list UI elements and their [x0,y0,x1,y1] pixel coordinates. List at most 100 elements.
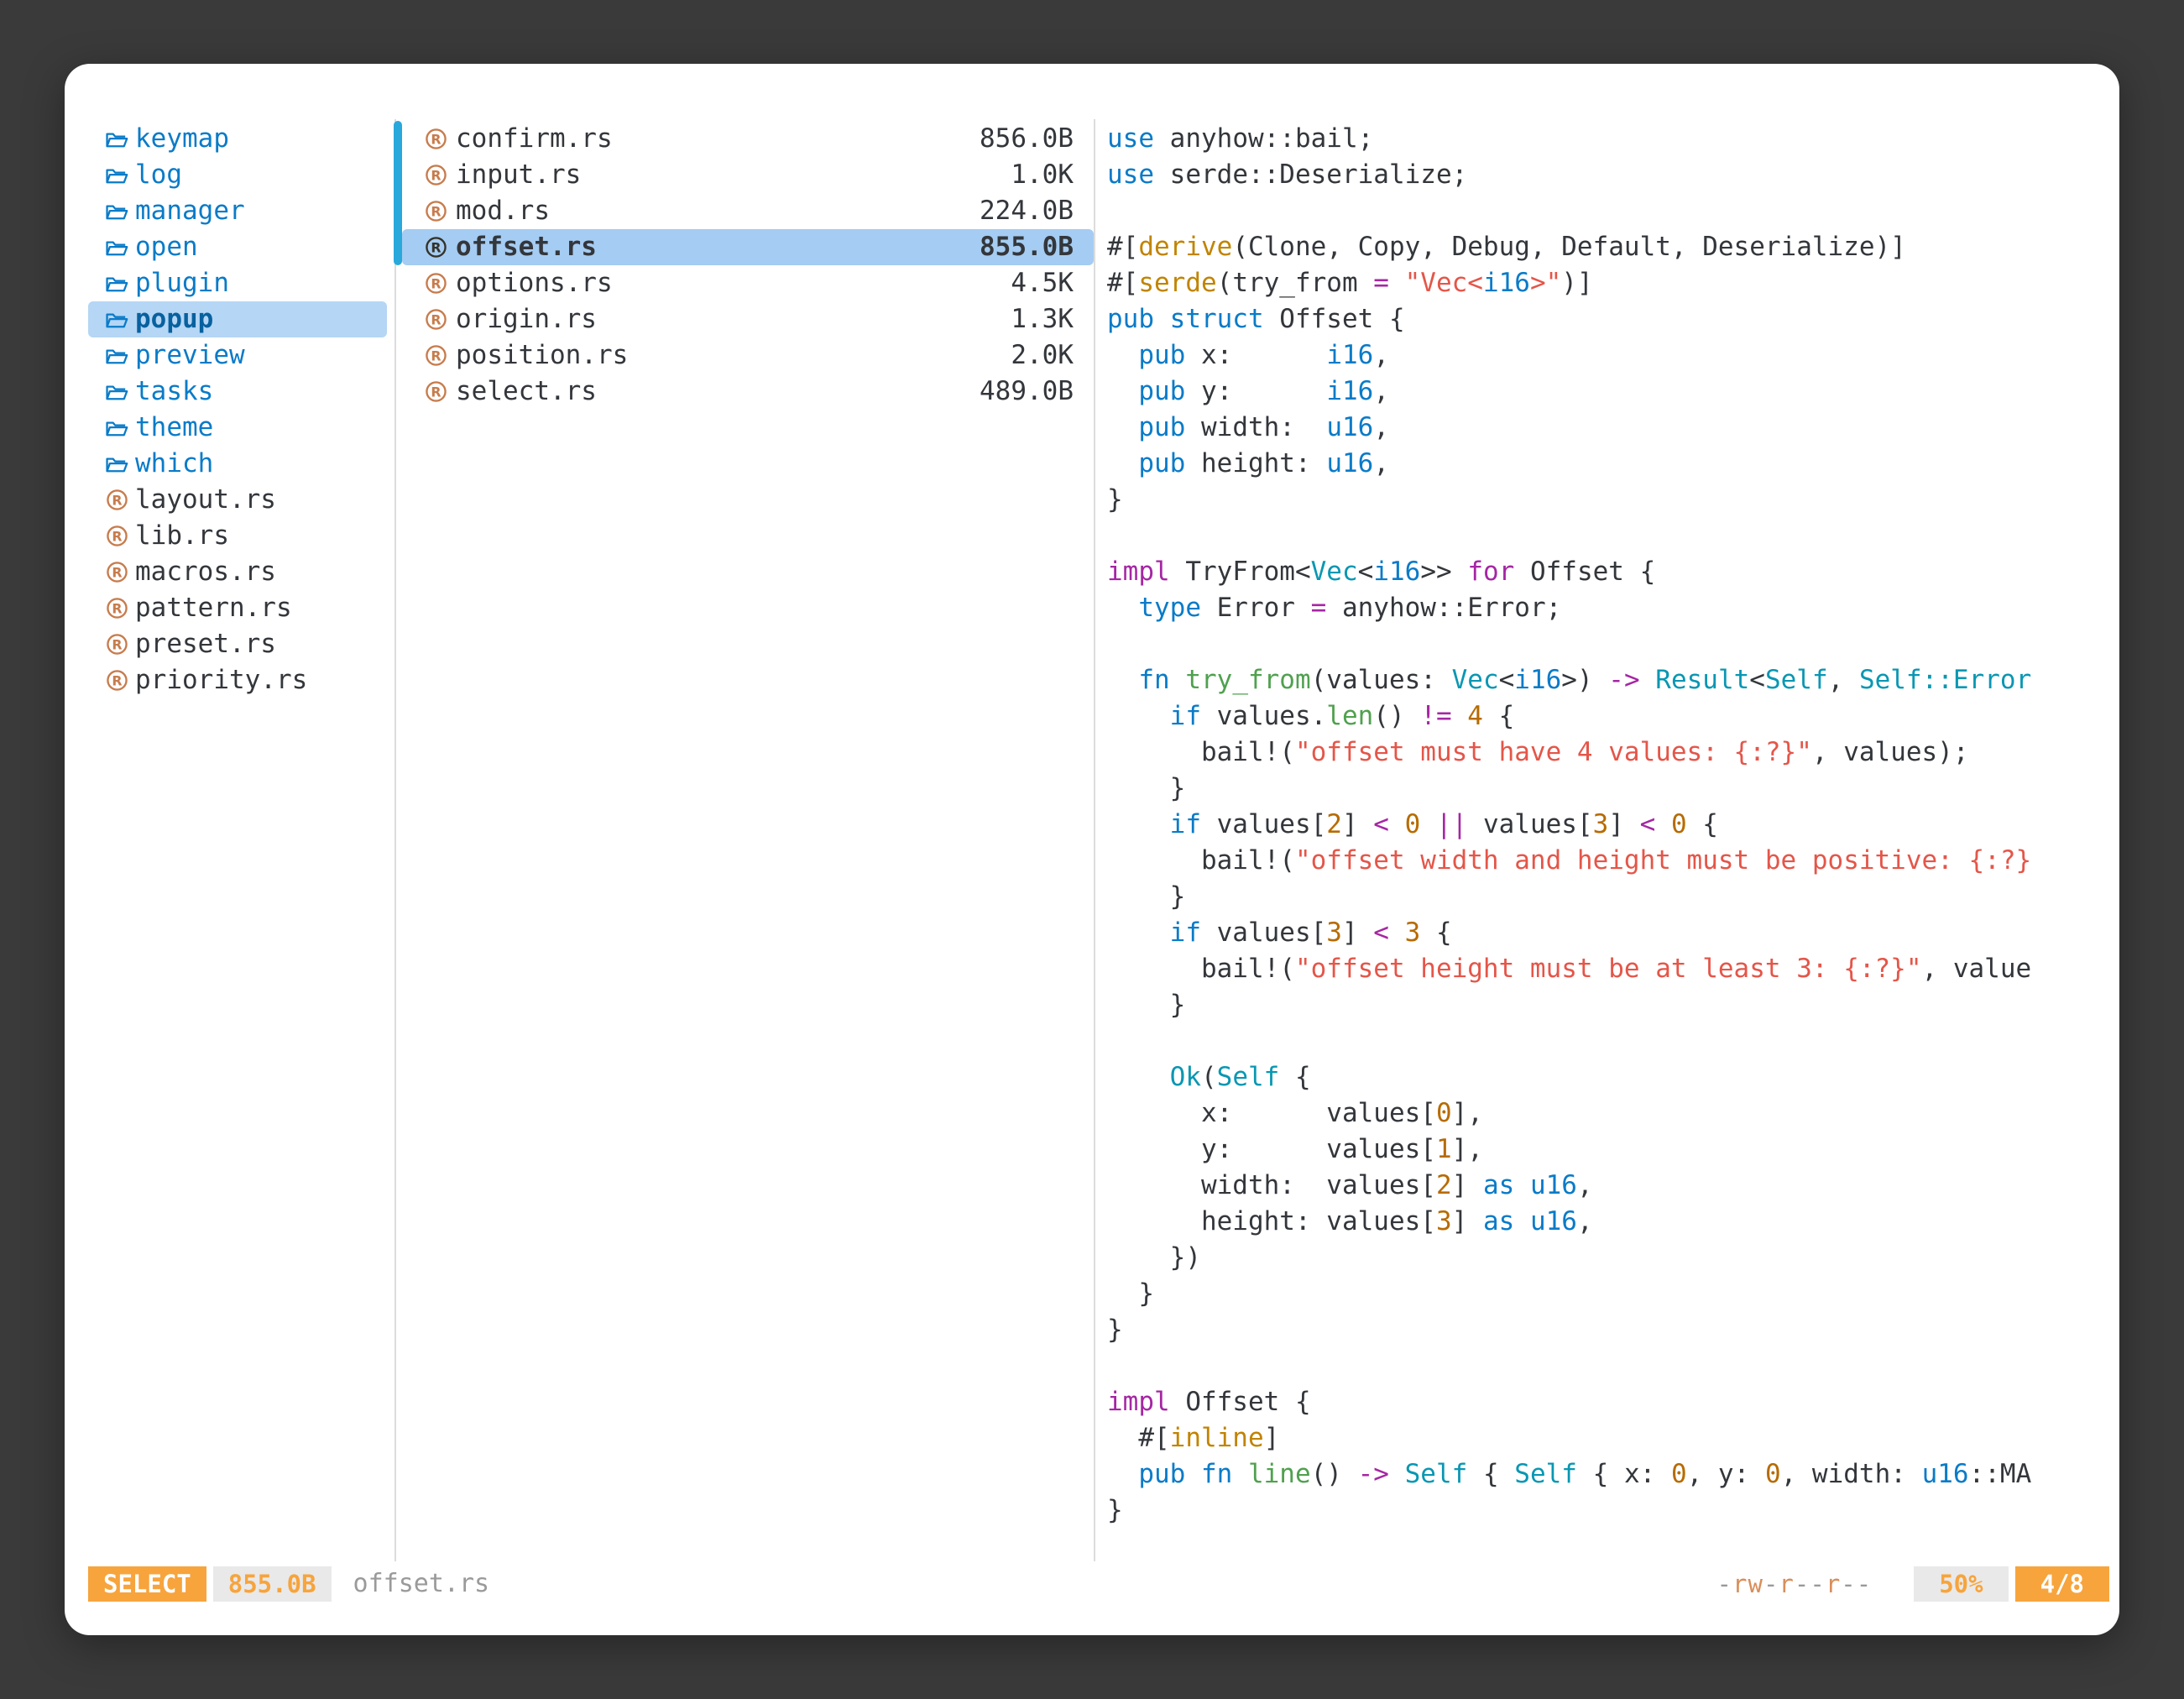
current-directory-pane: Rconfirm.rs856.0BRinput.rs1.0KRmod.rs224… [402,121,1094,410]
sidebar-item-lib-rs[interactable]: Rlib.rs [88,518,387,554]
sidebar-item-tasks[interactable]: tasks [88,374,387,410]
file-row-position-rs[interactable]: Rposition.rs 2.0K [402,337,1094,374]
code-line: } [1107,879,2099,915]
sidebar-item-pattern-rs[interactable]: Rpattern.rs [88,590,387,626]
sidebar-item-log[interactable]: log [88,157,387,193]
sidebar-item-label: keymap [135,121,229,157]
sidebar-item-preview[interactable]: preview [88,337,387,374]
rust-file-icon: R [424,271,456,295]
svg-text:R: R [112,528,122,544]
file-row-offset-rs[interactable]: Roffset.rs855.0B [402,229,1094,265]
sidebar-item-plugin[interactable]: plugin [88,265,387,301]
file-name: select.rs [456,374,597,410]
svg-text:R: R [431,311,441,327]
file-name: position.rs [456,337,628,374]
folder-icon [105,129,135,149]
code-line: pub width: u16, [1107,410,2099,446]
code-line: fn try_from(values: Vec<i16>) -> Result<… [1107,662,2099,698]
sidebar-item-popup[interactable]: popup [88,301,387,337]
status-bar-right: -rw-r--r-- 50% 4/8 [1717,1566,2109,1602]
code-line: #[serde(try_from = "Vec<i16>")] [1107,265,2099,301]
code-line: #[derive(Clone, Copy, Debug, Default, De… [1107,229,2099,265]
code-line: pub height: u16, [1107,446,2099,482]
rust-file-icon: R [424,343,456,368]
status-bar-left: SELECT 855.0B offset.rs [88,1566,489,1602]
code-line: }) [1107,1240,2099,1276]
folder-icon [105,238,135,258]
sidebar-item-label: manager [135,193,245,229]
file-manager-window: keymaplogmanageropenpluginpopuppreviewta… [65,64,2119,1635]
position-badge: 4/8 [2015,1566,2109,1602]
code-line: use anyhow::bail; [1107,121,2099,157]
sidebar-item-preset-rs[interactable]: Rpreset.rs [88,626,387,662]
code-line: bail!("offset must have 4 values: {:?}",… [1107,734,2099,771]
file-size: 2.0K [1011,337,1074,374]
sidebar-item-manager[interactable]: manager [88,193,387,229]
code-line: y: values[1], [1107,1132,2099,1168]
percent-badge: 50% [1914,1566,2008,1602]
sidebar-item-label: log [135,157,182,193]
status-filename: offset.rs [353,1569,490,1598]
file-row-origin-rs[interactable]: Rorigin.rs1.3K [402,301,1094,337]
folder-icon [105,274,135,294]
sidebar-item-open[interactable]: open [88,229,387,265]
sidebar-item-which[interactable]: which [88,446,387,482]
code-line: width: values[2] as u16, [1107,1168,2099,1204]
folder-icon [105,201,135,222]
code-line: x: values[0], [1107,1095,2099,1132]
rust-file-icon: R [105,596,135,620]
sidebar-item-priority-rs[interactable]: Rpriority.rs [88,662,387,698]
svg-text:R: R [112,492,122,508]
code-line: pub fn line() -> Self { Self { x: 0, y: … [1107,1456,2099,1493]
code-line: pub y: i16, [1107,374,2099,410]
pane-separator [394,119,396,1561]
file-row-confirm-rs[interactable]: Rconfirm.rs856.0B [402,121,1094,157]
svg-text:R: R [112,672,122,688]
rust-file-icon: R [424,235,456,259]
sidebar-item-label: tasks [135,374,213,410]
rust-file-icon: R [424,379,456,404]
code-line: } [1107,1276,2099,1312]
code-line: if values[2] < 0 || values[3] < 0 { [1107,807,2099,843]
rust-file-icon: R [105,488,135,512]
folder-icon [105,382,135,402]
sidebar-item-label: plugin [135,265,229,301]
sidebar-item-label: preset.rs [135,626,276,662]
rust-file-icon: R [424,307,456,332]
file-name: options.rs [456,265,613,301]
file-size: 4.5K [1011,265,1074,301]
sidebar-item-macros-rs[interactable]: Rmacros.rs [88,554,387,590]
svg-text:R: R [431,239,441,255]
svg-text:R: R [431,203,441,219]
code-line: impl TryFrom<Vec<i16>> for Offset { [1107,554,2099,590]
sidebar-item-label: preview [135,337,245,374]
file-row-options-rs[interactable]: Roptions.rs 4.5K [402,265,1094,301]
svg-text:R: R [112,636,122,652]
sidebar-item-keymap[interactable]: keymap [88,121,387,157]
sidebar-item-layout-rs[interactable]: Rlayout.rs [88,482,387,518]
file-row-mod-rs[interactable]: Rmod.rs224.0B [402,193,1094,229]
code-line [1107,518,2099,554]
file-row-select-rs[interactable]: Rselect.rs489.0B [402,374,1094,410]
folder-icon [105,310,135,330]
code-line: } [1107,1312,2099,1348]
folder-icon [105,346,135,366]
svg-text:R: R [431,348,441,363]
svg-text:R: R [431,275,441,291]
code-line: } [1107,987,2099,1023]
code-line: if values.len() != 4 { [1107,698,2099,734]
file-size: 1.0K [1011,157,1074,193]
file-name: input.rs [456,157,581,193]
file-size: 224.0B [980,193,1074,229]
file-row-input-rs[interactable]: Rinput.rs1.0K [402,157,1094,193]
parent-directory-pane: keymaplogmanageropenpluginpopuppreviewta… [88,121,387,698]
code-line [1107,1348,2099,1384]
sidebar-item-theme[interactable]: theme [88,410,387,446]
svg-text:R: R [431,384,441,400]
sidebar-item-label: which [135,446,213,482]
rust-file-icon: R [105,632,135,656]
code-line: type Error = anyhow::Error; [1107,590,2099,626]
sidebar-item-label: priority.rs [135,662,307,698]
svg-text:R: R [112,600,122,616]
svg-text:R: R [431,131,441,147]
